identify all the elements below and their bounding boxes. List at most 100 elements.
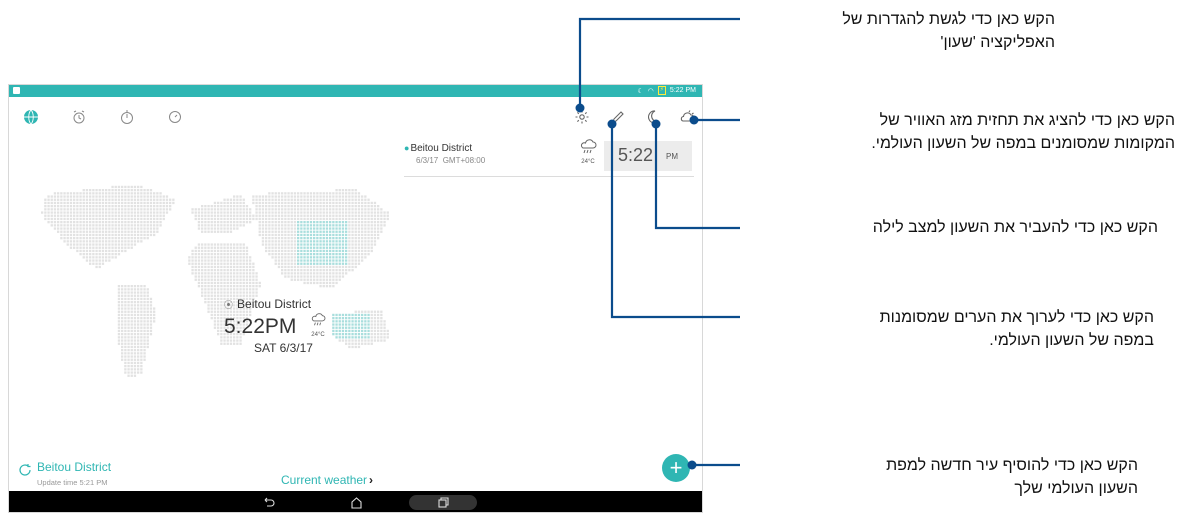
map-dot (364, 230, 367, 233)
map-dot (220, 288, 223, 291)
map-dot (201, 227, 204, 230)
map-dot (287, 237, 290, 240)
edit-pencil-icon[interactable] (608, 107, 628, 127)
map-dot (197, 208, 201, 211)
map-dot (265, 233, 268, 237)
map-dot (210, 221, 213, 224)
map-dot (348, 329, 351, 333)
map-dot (66, 211, 69, 214)
map-dot (156, 217, 159, 221)
map-dot (383, 224, 386, 227)
map-dot (159, 221, 162, 224)
map-dot (303, 272, 306, 275)
map-dot (306, 259, 309, 262)
map-dot (383, 221, 386, 224)
map-dot (290, 253, 293, 256)
map-dot (281, 269, 284, 272)
map-dot (281, 211, 284, 214)
map-dot (140, 237, 143, 240)
map-dot (348, 246, 351, 249)
recent-apps-button[interactable] (409, 495, 477, 510)
map-dot (153, 198, 156, 201)
map-dot (351, 313, 354, 317)
map-dot (127, 374, 130, 377)
map-dot (130, 237, 133, 240)
map-dot (338, 227, 341, 230)
map-dot (338, 230, 341, 233)
map-dot (201, 262, 204, 265)
map-dot (117, 237, 121, 240)
map-dot (271, 214, 274, 217)
map-dot (130, 189, 133, 192)
map-dot (255, 275, 258, 278)
map-dot (92, 221, 95, 224)
map-city-label[interactable]: ⦿ Beitou District 5:22PM 24°C SAT 6/3/17 (224, 295, 344, 355)
map-dot (101, 237, 105, 240)
map-dot (277, 227, 281, 230)
map-dot (201, 291, 204, 294)
settings-gear-icon[interactable] (572, 107, 592, 127)
map-dot (143, 323, 146, 326)
map-dot (101, 189, 105, 192)
map-dot (105, 198, 108, 201)
map-dot (130, 361, 133, 365)
world-map[interactable] (25, 173, 415, 388)
map-dot (127, 291, 130, 294)
map-dot (239, 272, 242, 275)
map-dot (242, 291, 245, 294)
map-dot (242, 288, 245, 291)
timer-tab-icon[interactable] (165, 107, 185, 127)
map-dot (332, 253, 335, 256)
map-dot (133, 221, 137, 224)
map-dot (95, 240, 98, 243)
map-dot (338, 189, 341, 192)
stopwatch-tab-icon[interactable] (117, 107, 137, 127)
map-dot (354, 192, 357, 195)
map-dot (73, 198, 76, 201)
map-dot (354, 221, 357, 224)
map-dot (146, 230, 149, 233)
map-dot (124, 227, 127, 230)
map-dot (370, 217, 373, 221)
map-dot (133, 358, 137, 361)
map-dot (217, 253, 220, 256)
map-dot (319, 233, 322, 237)
map-dot (133, 304, 137, 307)
map-dot (300, 217, 303, 221)
map-dot (220, 259, 223, 262)
map-dot (319, 230, 322, 233)
current-weather-link[interactable]: Current weather › (281, 473, 373, 487)
map-dot (300, 233, 303, 237)
map-dot (101, 256, 105, 259)
map-dot (233, 272, 236, 275)
refresh-icon[interactable] (18, 463, 32, 477)
map-dot (95, 259, 98, 262)
map-dot (345, 198, 348, 201)
map-dot (124, 326, 127, 329)
map-dot (329, 285, 332, 288)
map-dot (127, 221, 130, 224)
map-dot (255, 288, 258, 291)
weather-forecast-icon[interactable] (677, 107, 697, 127)
map-dot (351, 246, 354, 249)
world-clock-tab-icon[interactable] (21, 107, 41, 127)
night-mode-moon-icon[interactable] (643, 107, 663, 127)
map-dot (89, 198, 92, 201)
map-dot (233, 243, 236, 246)
home-button[interactable] (347, 495, 365, 510)
back-button[interactable] (259, 495, 277, 510)
bottom-city-name[interactable]: Beitou District (37, 460, 111, 474)
map-dot (117, 198, 121, 201)
city-card[interactable]: ●Beitou District 6/3/17 GMT+08:00 24°C 5… (404, 137, 694, 177)
map-dot (357, 342, 361, 345)
map-dot (319, 198, 322, 201)
map-dot (364, 320, 367, 323)
map-dot (338, 256, 341, 259)
map-dot (79, 192, 82, 195)
map-dot (156, 195, 159, 198)
map-dot (252, 265, 255, 269)
alarm-tab-icon[interactable] (69, 107, 89, 127)
add-city-button[interactable]: + (662, 454, 690, 482)
map-dot (300, 240, 303, 243)
map-dot (117, 339, 121, 342)
